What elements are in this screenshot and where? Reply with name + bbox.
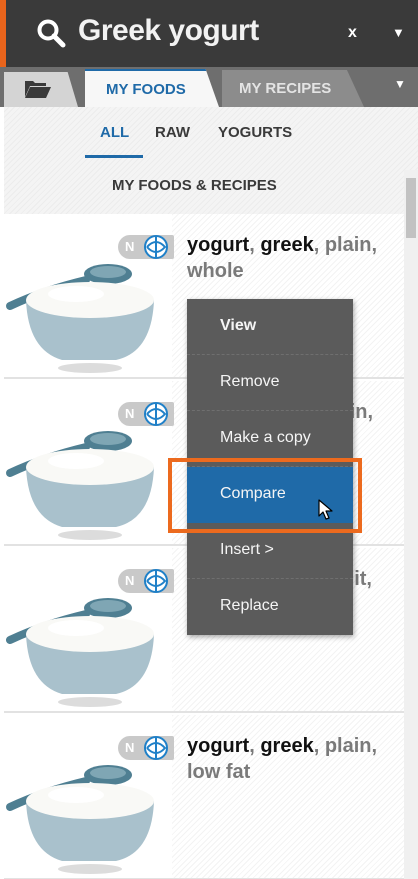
nutrition-badge[interactable]: N [118, 736, 174, 760]
tab-my-recipes-label: MY RECIPES [239, 80, 332, 97]
clear-search-button[interactable]: x [348, 24, 357, 42]
search-icon[interactable] [36, 18, 66, 48]
badge-letter: N [125, 239, 135, 254]
menu-item-replace[interactable]: Replace [187, 579, 353, 635]
menu-item-label: Replace [220, 597, 279, 614]
filter-all[interactable]: ALL [100, 124, 129, 141]
menu-item-label: Make a copy [220, 429, 311, 446]
badge-letter: N [125, 573, 135, 588]
search-input[interactable]: Greek yogurt [78, 14, 259, 48]
menu-item-view[interactable]: View [187, 299, 353, 355]
food-name: yogurt, greek, plain, low fat [187, 735, 378, 783]
compare-highlight-box [168, 458, 362, 533]
filter-raw[interactable]: RAW [155, 124, 190, 141]
active-filter-underline [85, 155, 143, 158]
tab-my-foods-label: MY FOODS [106, 81, 186, 98]
nutrition-badge[interactable]: N [118, 235, 174, 259]
filter-yogurts[interactable]: YOGURTS [218, 124, 292, 141]
scrollbar-thumb[interactable] [406, 178, 416, 238]
tabs-dropdown-icon[interactable]: ▼ [394, 77, 406, 91]
menu-item-remove[interactable]: Remove [187, 355, 353, 411]
menu-item-label: Remove [220, 373, 280, 390]
filter-area: ALL RAW YOGURTS MY FOODS & RECIPES [4, 107, 418, 214]
list-scrollbar[interactable] [404, 170, 418, 879]
menu-item-label: Insert > [220, 541, 274, 558]
search-accent-bar [0, 0, 6, 67]
tab-folder[interactable] [4, 72, 78, 107]
globe-icon [144, 402, 168, 426]
search-dropdown-icon[interactable]: ▼ [392, 25, 405, 40]
mouse-cursor-icon [318, 499, 333, 520]
filter-my-foods-and-recipes[interactable]: MY FOODS & RECIPES [112, 177, 277, 194]
globe-icon [144, 736, 168, 760]
globe-icon [144, 569, 168, 593]
food-list-item[interactable]: N yogurt, greek, plain, low fat [4, 715, 404, 879]
globe-icon [144, 235, 168, 259]
tab-bar: MY FOODS MY RECIPES ▼ [0, 67, 418, 107]
menu-item-label: View [220, 317, 257, 334]
tab-my-recipes[interactable]: MY RECIPES [222, 70, 364, 107]
nutrition-badge[interactable]: N [118, 402, 174, 426]
badge-letter: N [125, 740, 135, 755]
tab-my-foods[interactable]: MY FOODS [85, 69, 219, 107]
search-bar: Greek yogurt x ▼ [0, 0, 418, 67]
badge-letter: N [125, 406, 135, 421]
nutrition-badge[interactable]: N [118, 569, 174, 593]
folder-open-icon [25, 81, 51, 98]
food-name: yogurt, greek, plain, whole [187, 234, 378, 282]
